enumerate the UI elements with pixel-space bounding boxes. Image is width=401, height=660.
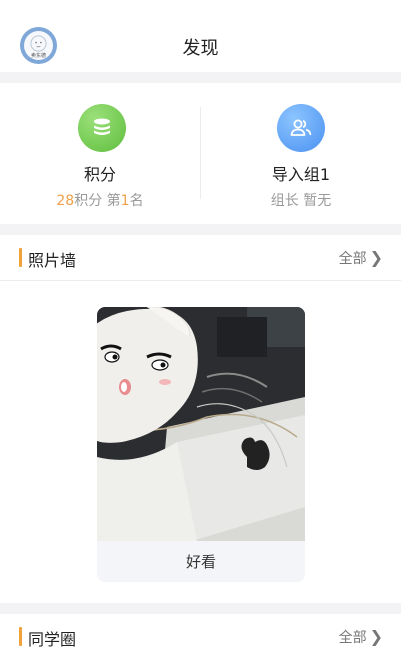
photo-wall-more-label: 全部 — [338, 251, 367, 267]
photo-caption: 好看 — [185, 553, 216, 571]
top-bar: 卖东德 发现 — [0, 0, 401, 72]
chevron-right-icon: ❯ — [369, 248, 383, 267]
page-title: 发现 — [182, 38, 219, 59]
classmates-title: 同学圈 — [28, 630, 77, 649]
photo-wall-header: 照片墙 全部 ❯ — [0, 235, 401, 281]
photo-thumbnail — [97, 307, 305, 541]
points-value: 28 — [56, 193, 75, 209]
rank-value: 1 — [120, 193, 130, 209]
group-subtitle: 组长 暂无 — [270, 193, 332, 209]
users-icon — [290, 119, 312, 136]
rank-suffix: 名 — [129, 193, 144, 209]
points-badge — [78, 104, 126, 152]
group-card[interactable]: 导入组1 组长 暂无 — [201, 83, 401, 224]
database-icon — [94, 118, 110, 135]
rank-prefix: 第 — [106, 193, 121, 209]
section-accent-bar — [19, 248, 22, 267]
photo-wall-title: 照片墙 — [28, 251, 77, 270]
points-card[interactable]: 积分 28积分 第1名 — [0, 83, 200, 224]
stats-panel: 积分 28积分 第1名 导入组1 组长 暂无 — [0, 83, 401, 224]
classmates-more-link[interactable]: 全部 ❯ — [339, 627, 383, 647]
group-label: 导入组1 — [271, 165, 331, 184]
points-label: 积分 — [83, 165, 116, 184]
chevron-right-icon: ❯ — [369, 627, 383, 646]
photo-card[interactable]: 好看 — [97, 307, 305, 582]
group-badge — [277, 104, 325, 152]
photo-wall-more-link[interactable]: 全部 ❯ — [339, 248, 383, 268]
classmates-more-label: 全部 — [338, 630, 367, 646]
points-unit: 积分 — [74, 193, 103, 209]
points-summary: 28积分 第1名 — [0, 190, 200, 210]
classmates-header: 同学圈 全部 ❯ — [0, 614, 401, 660]
photo-wall: 好看 — [0, 281, 401, 603]
section-accent-bar — [19, 627, 22, 646]
